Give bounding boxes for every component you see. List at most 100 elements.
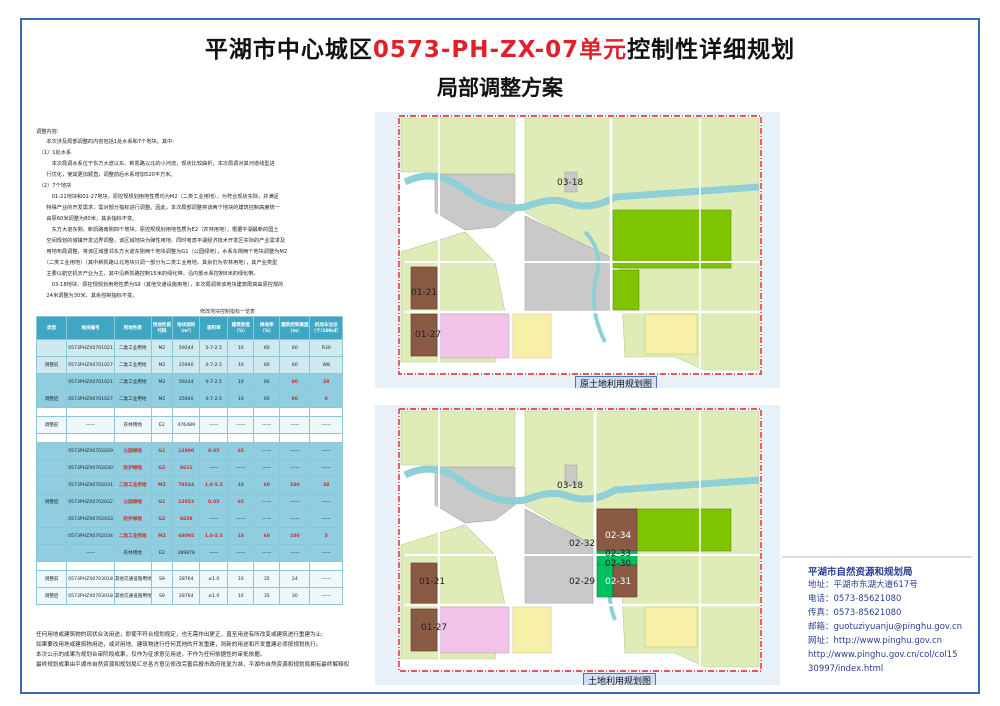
table-cell	[113, 433, 152, 443]
table-cell: 6658	[172, 510, 201, 528]
description-line: （1）1处水系	[36, 150, 72, 156]
table-cell: 65	[227, 442, 255, 460]
table-cell: M2	[150, 527, 174, 545]
table-cell: ——	[199, 459, 229, 477]
table-cell: ——	[279, 544, 311, 562]
page-title: 平湖市中心城区0573-PH-ZX-07单元控制性详细规划	[0, 30, 1000, 64]
table-row: 调整后 0573PHZX0701027 二类工业用地 M2 25940 0.7-2.5 10…	[35, 390, 343, 408]
table-cell: ——	[309, 459, 343, 477]
table-cell: M2	[150, 476, 174, 494]
table-cell	[35, 510, 68, 528]
table-cell: 0.05	[199, 493, 229, 511]
parcel-label-02-32: 02-32	[569, 539, 596, 549]
table-cell: 0573PHZX0702030	[66, 459, 115, 477]
description-line: 特殊产业的开发需求，需对部分指标进行调整。因此，本次局部调整将该两个地块的建筑控…	[36, 205, 280, 211]
table-cell: 80	[279, 373, 311, 391]
table-header-cell: 建筑控制高度（m）	[279, 316, 311, 340]
table-cell: ≤1.0	[199, 587, 229, 605]
table-cell: 25940	[172, 356, 201, 374]
description-line: 由原60米调整为80米，其余指标不变。	[36, 216, 138, 222]
parcel-label-01-27: 01-27	[421, 623, 448, 633]
table-cell	[199, 561, 229, 571]
table-cell: M2	[150, 390, 174, 408]
table-row: 调整后 0573PHZX0703018 其他交通设施用地 S9 28764 ≤1.0 10 3…	[35, 587, 343, 605]
table-cell: 25940	[172, 390, 201, 408]
table-cell	[66, 433, 115, 443]
table-cell: 10	[227, 570, 255, 588]
table-cell: 调整后	[35, 390, 68, 408]
table-cell: 38	[309, 476, 343, 494]
table-cell: 59244	[172, 339, 201, 357]
table-cell: ——	[279, 459, 311, 477]
contact-tel: 电话：0573-85621080	[808, 594, 902, 604]
table-cell: 78544	[172, 476, 201, 494]
map-top-svg	[375, 112, 780, 388]
table-cell: 农林用地	[113, 544, 152, 562]
parcel-label-01-21: 01-21	[411, 288, 438, 298]
table-cell	[35, 373, 68, 391]
footer-line: 任何用地或建筑物的现状合法用途，即使不符合规划规定，也无需作出更正，直至用途有所…	[36, 632, 324, 638]
table-cell: 35	[253, 570, 281, 588]
table-caption: 修改地块控制指标一览表	[200, 309, 256, 315]
table-cell: 5	[309, 527, 343, 545]
table-cell	[150, 407, 174, 417]
table-cell: ——	[309, 510, 343, 528]
contact-email[interactable]: 邮箱：guotuziyuanju@pinghu.gov.cn	[808, 620, 972, 634]
table-cell: 0573PHZX0701021	[66, 373, 115, 391]
description-line: 用地布局调整，将该区域重邻东方大道东侧两个地块调整为G1（公园绿地），水系东侧两…	[36, 249, 288, 255]
table-cell: 30	[279, 587, 311, 605]
map-top-title: 原土地利用规划图	[575, 376, 658, 388]
table-cell: 100	[279, 527, 311, 545]
table-cell: ——	[253, 416, 281, 434]
table-row: —— 农林用地 E2 289878 —— —— —— —— ——	[35, 544, 343, 562]
table-cell: 二类工业用地	[113, 356, 152, 374]
table-cell: ——	[279, 416, 311, 434]
table-cell: 调整后	[35, 587, 68, 605]
table-cell: 60	[279, 339, 311, 357]
parcel-label-03-18: 03-18	[557, 481, 584, 491]
table-cell: 0573PHZX0702034	[66, 527, 115, 545]
table-cell	[113, 561, 152, 571]
table-cell: ——	[253, 493, 281, 511]
description-line: 本次涉及局部调整的内容包括1处水系和7个地块。其中:	[36, 139, 175, 145]
table-cell: 12800	[172, 442, 201, 460]
table-cell: ——	[253, 459, 281, 477]
table-cell: ——	[227, 510, 255, 528]
table-cell: ——	[66, 416, 115, 434]
table-cell: 二类工业用地	[113, 373, 152, 391]
description-line: 03-18地块，原控规规划用地性质为S9（其他交通设施用地），本次局调将该地块建…	[36, 282, 284, 288]
table-cell: ——	[199, 416, 229, 434]
table-header-row: 类型 地块编号 用地性质 用地性质代码 地块面积（m²） 容积率 建筑密度（%） 绿地率（%）…	[35, 316, 343, 340]
table-cell: 10	[227, 373, 255, 391]
contact-url-line1[interactable]: http://www.pinghu.gov.cn/col/col15	[808, 648, 972, 662]
table-header-cell: 建筑密度（%）	[227, 316, 255, 340]
description-line: 01-21地块和01-27地块，原控规规划用地性质均为M2（二类工业用地），为符…	[36, 194, 279, 200]
description-line: 本次局调水系位于东方大道以东、新凯路以北的小河流，现状比较曲折，本次局调对其河道…	[36, 161, 275, 167]
table-cell: 8	[309, 390, 343, 408]
table-row	[35, 407, 343, 417]
table-row: 调整前 —— 农林用地 E2 476489 —— —— —— —— ——	[35, 416, 343, 434]
table-cell: 防护绿地	[113, 459, 152, 477]
table-cell: 1.0-5.5	[199, 527, 229, 545]
table-cell: 0.7-2.5	[199, 390, 229, 408]
description-line: 24米调整为30米，其余控制指标不变。	[36, 293, 138, 299]
parcel-label-02-31: 02-31	[605, 577, 632, 587]
table-cell: 24	[279, 570, 311, 588]
footer-notes: 任何用地或建筑物的现状合法用途，即使不符合规划规定，也无需作出更正，直至用途有所…	[36, 630, 382, 670]
table-cell: 10	[227, 356, 255, 374]
table-header-cell: 用地性质	[113, 316, 152, 340]
table-cell: 0.7-2.5	[199, 356, 229, 374]
table-cell: 60	[279, 356, 311, 374]
contact-website[interactable]: 网址：http://www.pinghu.gov.cn	[808, 634, 972, 648]
table-row: 0573PHZX0701021 二类工业用地 M2 59244 0.7-2.5 10 60 6…	[35, 339, 343, 357]
table-cell	[35, 339, 68, 357]
table-row: 调整后 0573PHZX0702032 公园绿地 G1 12853 0.05 65 —— —— —…	[35, 493, 343, 511]
table-row: 0573PHZX0701021 二类工业用地 M2 59244 0.7-2.5 10 60 8…	[35, 373, 343, 391]
table-cell: 60	[253, 390, 281, 408]
table-cell: 60	[253, 339, 281, 357]
table-cell: 65	[227, 493, 255, 511]
contact-url-line2[interactable]: 30997/index.html	[808, 662, 972, 676]
table-cell: 调整后	[35, 493, 68, 511]
table-cell	[35, 459, 68, 477]
table-cell: 其他交通设施用地	[113, 570, 152, 588]
